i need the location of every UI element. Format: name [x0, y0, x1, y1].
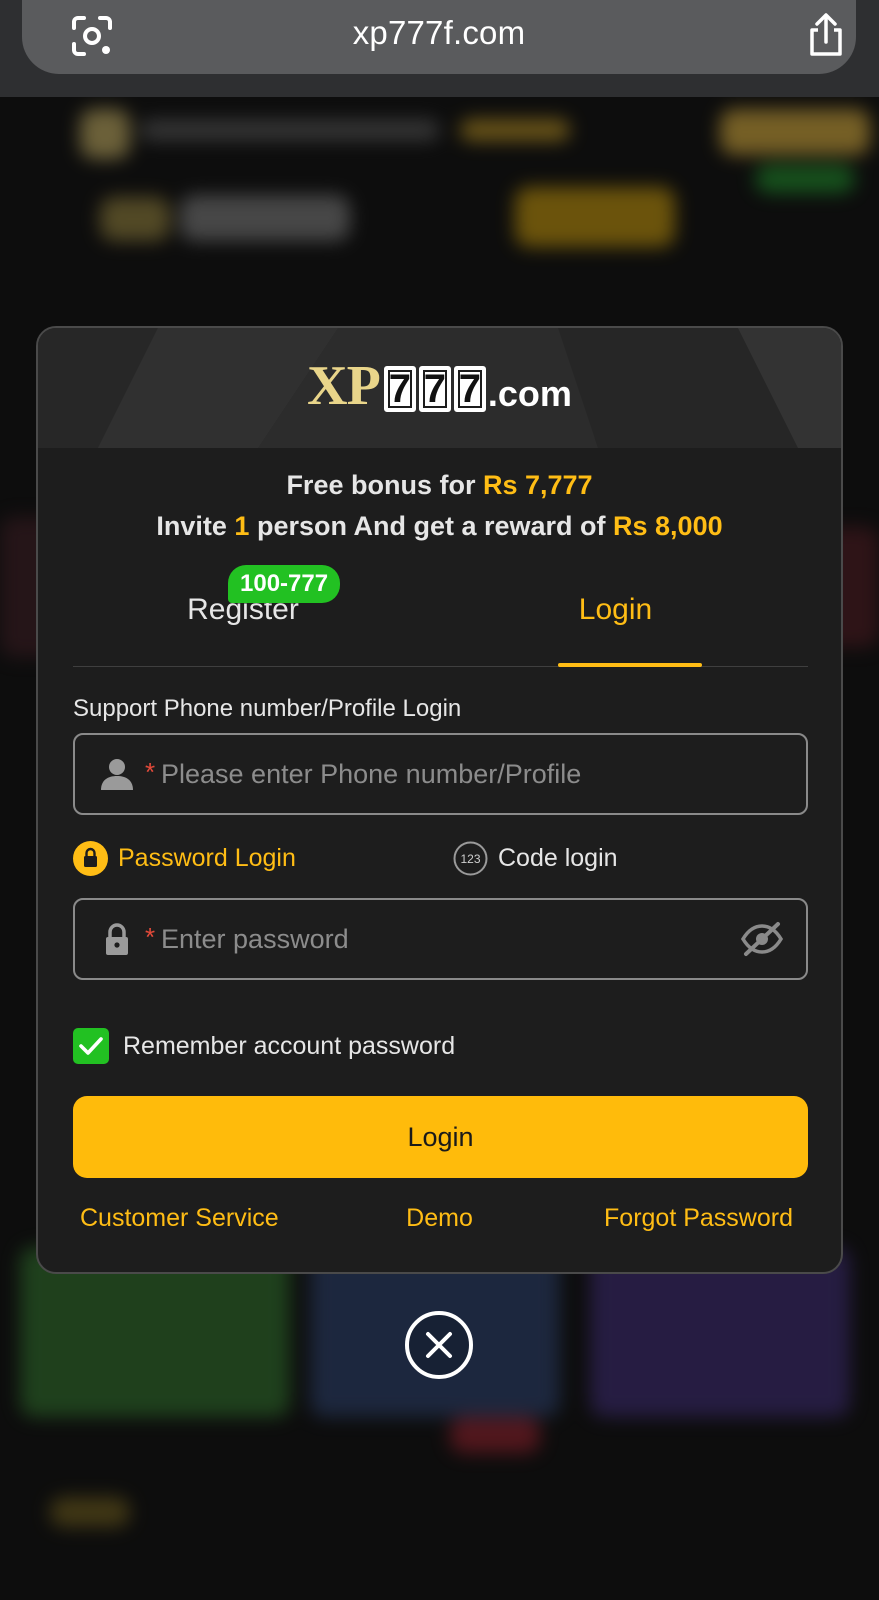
logo-digits: 7 7 7 [383, 366, 486, 412]
promo-text: Free bonus for [286, 470, 483, 500]
address-bar[interactable]: xp777f.com [22, 0, 856, 74]
register-bonus-badge: 100-777 [228, 565, 341, 603]
password-login-option[interactable]: Password Login [73, 840, 296, 876]
code-123-icon: 123 [453, 841, 488, 875]
password-input-box[interactable]: * [73, 898, 808, 980]
logo-suffix: .com [487, 373, 572, 414]
share-icon[interactable] [804, 12, 848, 58]
logo-digit: 7 [453, 366, 486, 412]
tab-login[interactable]: Login [528, 593, 703, 627]
promo-text: Invite [156, 511, 235, 541]
forgot-password-link[interactable]: Forgot Password [604, 1204, 793, 1233]
eye-hidden-icon[interactable] [740, 920, 784, 958]
promo-count: 1 [234, 511, 250, 541]
promo-text: person And get a reward of [249, 511, 614, 541]
password-login-label[interactable]: Password Login [118, 844, 296, 873]
code-login-label[interactable]: Code login [498, 844, 618, 873]
code-login-option[interactable]: 123 Code login [453, 840, 618, 876]
required-mark: * [145, 757, 156, 787]
lock-icon [73, 840, 108, 876]
remember-checkbox[interactable] [73, 1028, 109, 1064]
remember-password-row[interactable]: Remember account password [73, 1028, 455, 1064]
lock-icon [106, 923, 128, 955]
active-tab-indicator [558, 663, 702, 667]
close-modal-button[interactable] [405, 1311, 473, 1379]
close-icon [426, 1332, 452, 1358]
promo-line-invite: Invite 1 person And get a reward of Rs 8… [38, 511, 841, 542]
phone-input-box[interactable]: * [73, 733, 808, 815]
remember-label[interactable]: Remember account password [123, 1032, 455, 1061]
brand-logo: XP 7 7 7 .com [38, 358, 841, 414]
logo-xp: XP [307, 355, 381, 417]
promo-line-bonus: Free bonus for Rs 7,777 [38, 470, 841, 501]
url-text[interactable]: xp777f.com [22, 14, 856, 52]
logo-digit: 7 [418, 366, 451, 412]
promo-amount: Rs 8,000 [613, 511, 723, 541]
browser-toolbar: xp777f.com [0, 0, 879, 97]
login-button[interactable]: Login [73, 1096, 808, 1178]
required-mark: * [145, 922, 156, 952]
check-icon [79, 1037, 103, 1055]
phone-input[interactable] [159, 735, 739, 813]
logo-digit: 7 [383, 366, 416, 412]
svg-text:123: 123 [460, 852, 480, 866]
password-input[interactable] [159, 900, 739, 978]
support-label: Support Phone number/Profile Login [73, 695, 462, 722]
promo-amount: Rs 7,777 [482, 470, 593, 500]
modal-header: XP 7 7 7 .com [38, 328, 841, 448]
user-icon [101, 759, 133, 790]
login-modal: XP 7 7 7 .com Free bonus for Rs 7,777 In… [36, 326, 843, 1274]
